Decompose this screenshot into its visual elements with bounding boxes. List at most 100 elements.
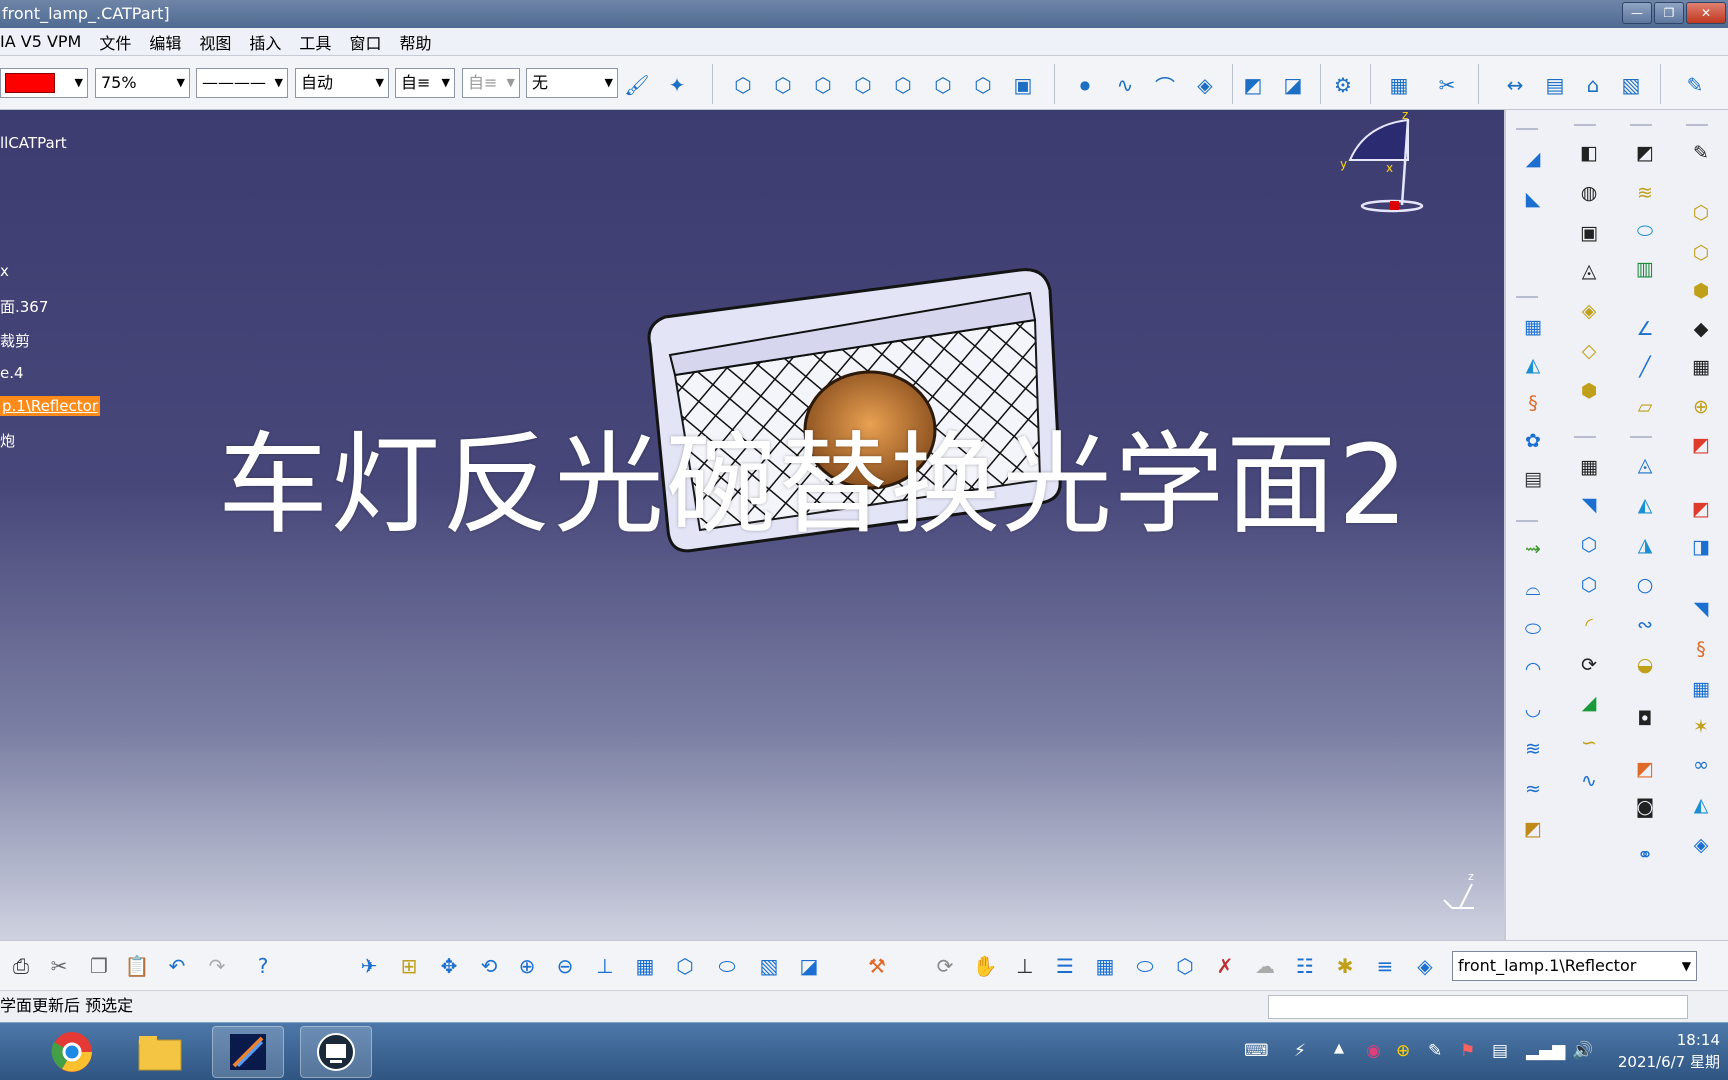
- remove-face-icon[interactable]: ◩: [1686, 494, 1716, 524]
- blend-icon[interactable]: ◮: [1630, 530, 1660, 560]
- top-view-icon[interactable]: ⬡: [928, 71, 958, 99]
- cube-icon[interactable]: ⬡: [1574, 530, 1604, 560]
- menu-window[interactable]: 窗口: [340, 30, 390, 54]
- transparency-select[interactable]: 75% ▼: [95, 68, 190, 98]
- pad-icon[interactable]: ◍: [1574, 178, 1604, 208]
- point-type-select[interactable]: 自≡ ▼: [395, 68, 455, 98]
- snap-icon[interactable]: ✗: [1210, 951, 1240, 981]
- thickness-icon[interactable]: ◢: [1574, 688, 1604, 718]
- mirror-icon[interactable]: ⚭: [1630, 840, 1660, 870]
- menu-app[interactable]: IA V5 VPM: [0, 32, 90, 51]
- rib-icon[interactable]: ⬢: [1574, 376, 1604, 406]
- menu-tools[interactable]: 工具: [290, 30, 340, 54]
- network-icon[interactable]: ▂▄▆: [1526, 1041, 1565, 1061]
- projection-icon[interactable]: ◥: [1574, 490, 1604, 520]
- trim-icon[interactable]: ◡: [1518, 694, 1548, 724]
- copy-icon[interactable]: ❐: [84, 951, 114, 981]
- box-icon[interactable]: ⬡: [1686, 238, 1716, 268]
- star-icon[interactable]: ✶: [1686, 712, 1716, 742]
- pattern-icon[interactable]: ▦: [1574, 452, 1604, 482]
- compass-icon[interactable]: z y x: [1330, 110, 1430, 220]
- hierarchy-icon[interactable]: ☷: [1290, 951, 1320, 981]
- layer-select[interactable]: 无 ▼: [526, 68, 618, 98]
- keyboard-icon[interactable]: ⌨: [1244, 1041, 1269, 1061]
- close-button[interactable]: ✕: [1686, 2, 1726, 24]
- named-views-icon[interactable]: ▣: [1008, 71, 1038, 99]
- zoom-in-icon[interactable]: ⊕: [512, 951, 542, 981]
- fly-mode-icon[interactable]: ✈: [354, 951, 384, 981]
- tree-item[interactable]: e.4: [0, 364, 24, 382]
- draft-icon[interactable]: ◜: [1574, 610, 1604, 640]
- menu-view[interactable]: 视图: [190, 30, 240, 54]
- tool-icon[interactable]: ✎: [1428, 1041, 1442, 1061]
- fillet-icon[interactable]: ◩: [1518, 814, 1548, 844]
- help-icon[interactable]: ?: [248, 951, 278, 981]
- heal-icon[interactable]: ⌓: [1518, 574, 1548, 604]
- panel-icon[interactable]: ▥: [1630, 254, 1660, 284]
- file-explorer-icon[interactable]: [124, 1026, 196, 1078]
- menu-file[interactable]: 文件: [90, 30, 140, 54]
- angle-icon[interactable]: ∠: [1630, 314, 1660, 344]
- edges-icon[interactable]: ◪: [1278, 71, 1308, 99]
- command-input[interactable]: [1268, 995, 1688, 1019]
- minimize-button[interactable]: —: [1622, 2, 1652, 24]
- pocket-icon[interactable]: ▣: [1574, 218, 1604, 248]
- 3d-viewport[interactable]: llCATPart x 面.367 裁剪 e.4 p.1\Reflector 炮…: [0, 110, 1504, 940]
- box-icon[interactable]: ⬢: [1686, 276, 1716, 306]
- spline-icon[interactable]: ∿: [1110, 71, 1140, 99]
- circle-icon[interactable]: ○: [1630, 570, 1660, 600]
- grid-icon[interactable]: ▦: [1686, 352, 1716, 382]
- axis-system-icon[interactable]: ⊥: [1010, 951, 1040, 981]
- spiral-icon[interactable]: §: [1518, 388, 1548, 418]
- redo-icon[interactable]: ↷: [202, 951, 232, 981]
- rotate-view-icon[interactable]: ⟲: [474, 951, 504, 981]
- shaft-icon[interactable]: ◬: [1574, 256, 1604, 286]
- sketcher-icon[interactable]: ✎: [1686, 138, 1716, 168]
- tools-icon[interactable]: ✂: [1432, 71, 1462, 99]
- line-type-select[interactable]: 自动 ▼: [295, 68, 389, 98]
- point-icon[interactable]: ●: [1070, 71, 1100, 99]
- record-icon[interactable]: ◉: [1366, 1041, 1381, 1061]
- deform-icon[interactable]: ◭: [1686, 790, 1716, 820]
- layers-icon[interactable]: ≋: [1630, 178, 1660, 208]
- undo-icon[interactable]: ↶: [162, 951, 192, 981]
- tree-item-surface[interactable]: 面.367: [0, 296, 48, 317]
- bottom-view-icon[interactable]: ⬡: [968, 71, 998, 99]
- left-view-icon[interactable]: ⬡: [848, 71, 878, 99]
- cube-icon[interactable]: ⬡: [1574, 570, 1604, 600]
- fit-all-icon[interactable]: ⊞: [394, 951, 424, 981]
- corner-icon[interactable]: ◒: [1630, 650, 1660, 680]
- swap-space-icon[interactable]: ◪: [794, 951, 824, 981]
- analysis-icon[interactable]: ⚙: [1328, 71, 1358, 99]
- table-icon[interactable]: ▦: [1384, 71, 1414, 99]
- cut-icon[interactable]: ✂: [44, 951, 74, 981]
- measure-icon[interactable]: ↔: [1500, 71, 1530, 99]
- menu-insert[interactable]: 插入: [240, 30, 290, 54]
- material-icon[interactable]: ✦: [662, 71, 692, 99]
- tree-item-reflector-selected[interactable]: p.1\Reflector: [0, 396, 101, 416]
- multi-view-icon[interactable]: ▦: [630, 951, 660, 981]
- surface-icon[interactable]: ◭: [1630, 490, 1660, 520]
- box-icon[interactable]: ⬡: [1686, 198, 1716, 228]
- fill-icon[interactable]: ◈: [1190, 71, 1220, 99]
- update-icon[interactable]: ⚒: [862, 951, 892, 981]
- cylinder-icon[interactable]: ⬭: [1130, 951, 1160, 981]
- workbench-icon[interactable]: ◈: [1410, 951, 1440, 981]
- paste-icon[interactable]: 📋: [122, 951, 152, 981]
- pattern-icon[interactable]: ▦: [1686, 674, 1716, 704]
- catalog-icon[interactable]: ▤: [1540, 71, 1570, 99]
- restore-button[interactable]: ❐: [1654, 2, 1684, 24]
- remove-icon[interactable]: ◩: [1686, 430, 1716, 460]
- hand-icon[interactable]: ✋: [970, 951, 1000, 981]
- rotate-icon[interactable]: ⟳: [1574, 650, 1604, 680]
- plus-icon[interactable]: ⊕: [1396, 1041, 1410, 1061]
- split-icon[interactable]: ◠: [1518, 654, 1548, 684]
- normal-view-icon[interactable]: ⊥: [590, 951, 620, 981]
- groove-icon[interactable]: ◈: [1574, 296, 1604, 326]
- extrude-icon[interactable]: ◢: [1518, 144, 1548, 174]
- tree-expand-icon[interactable]: ☰: [1050, 951, 1080, 981]
- plane-icon[interactable]: ▱: [1630, 392, 1660, 422]
- color-select[interactable]: ▼: [0, 68, 88, 98]
- screen-recorder-icon[interactable]: [300, 1026, 372, 1078]
- section-icon[interactable]: ▧: [1616, 71, 1646, 99]
